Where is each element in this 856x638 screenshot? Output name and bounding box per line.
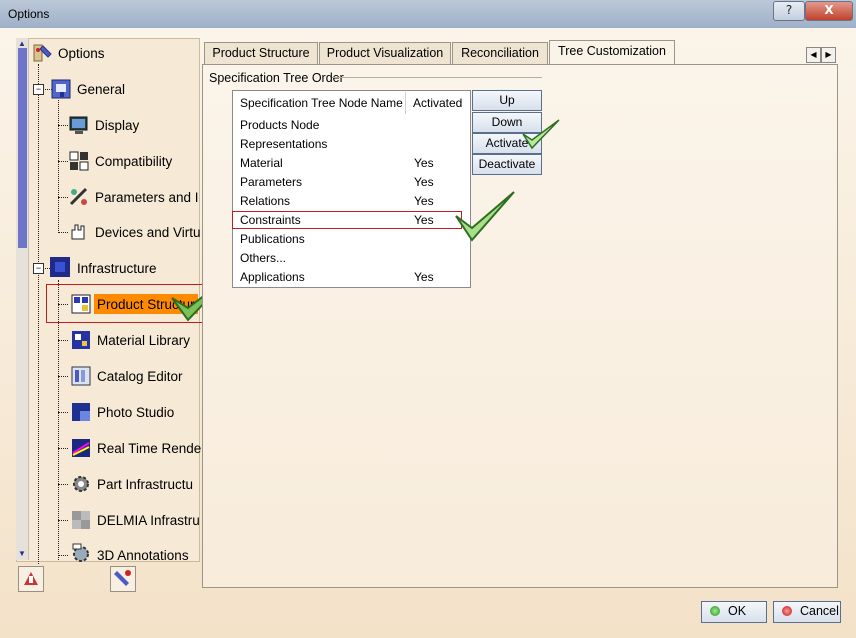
tree-line [58, 100, 59, 233]
tree-line [58, 484, 68, 485]
devices-hand-icon [71, 224, 85, 240]
list-item-name[interactable]: Others... [240, 251, 286, 265]
list-item-name[interactable]: Relations [240, 194, 290, 208]
tree-line [58, 520, 68, 521]
tree-line [58, 197, 68, 198]
tree-node-real-time-rendering[interactable]: Real Time Rende [97, 441, 201, 456]
product-structure-icon [71, 294, 91, 314]
infrastructure-icon [50, 257, 70, 277]
list-item-name[interactable]: Material [240, 156, 283, 170]
material-library-icon [72, 331, 90, 349]
list-item-activated: Yes [414, 156, 434, 170]
checkmark-icon [455, 191, 515, 242]
tab-scroll-left-icon[interactable]: ◀ [806, 47, 821, 63]
tree-node-display[interactable]: Display [95, 118, 139, 133]
tree-line [58, 304, 68, 305]
list-item-name[interactable]: Products Node [240, 118, 319, 132]
tab-reconciliation[interactable]: Reconciliation [452, 42, 548, 65]
compatibility-icon [69, 151, 89, 171]
tree-node-devices[interactable]: Devices and Virtu [95, 225, 201, 240]
list-item-name[interactable]: Applications [240, 270, 305, 284]
tab-product-structure[interactable]: Product Structure [204, 42, 318, 65]
display-icon [69, 116, 88, 134]
tab-tree-customization[interactable]: Tree Customization [549, 40, 675, 66]
tree-line [58, 340, 68, 341]
ok-button-label: OK [728, 604, 747, 618]
photo-studio-icon [72, 403, 90, 421]
column-separator [405, 92, 406, 114]
3d-annotations-icon [72, 543, 89, 562]
list-item-activated: Yes [414, 175, 434, 189]
gear-icon [73, 476, 89, 492]
scroll-up-arrow-icon[interactable]: ▲ [17, 39, 27, 48]
title-bar [0, 0, 856, 29]
list-item-activated: Yes [414, 270, 434, 284]
settings-tool-icon[interactable] [110, 566, 136, 592]
tree-node-material-library[interactable]: Material Library [97, 333, 190, 348]
window-title: Options [8, 7, 50, 21]
options-tools-icon [33, 44, 52, 62]
tree-line [58, 161, 68, 162]
close-button[interactable]: X [805, 1, 853, 21]
group-divider [332, 77, 542, 78]
column-header-activated[interactable]: Activated [413, 96, 462, 110]
ok-icon [710, 606, 720, 616]
tree-line [38, 64, 39, 564]
tree-scrollbar-thumb[interactable] [18, 48, 27, 248]
tab-product-visualization[interactable]: Product Visualization [319, 42, 451, 65]
tree-node-photo-studio[interactable]: Photo Studio [97, 405, 174, 420]
scroll-down-arrow-icon[interactable]: ▼ [17, 549, 27, 558]
tree-node-parameters[interactable]: Parameters and I [95, 190, 199, 205]
tree-node-general[interactable]: General [77, 82, 125, 97]
list-item-name[interactable]: Constraints [240, 213, 301, 227]
up-button[interactable]: Up [472, 90, 542, 111]
cancel-button[interactable]: Cancel [773, 601, 841, 623]
tree-node-options[interactable]: Options [58, 46, 105, 61]
tree-node-catalog-editor[interactable]: Catalog Editor [97, 369, 183, 384]
real-time-rendering-icon [72, 439, 90, 457]
tab-scroll-right-icon[interactable]: ▶ [821, 47, 836, 63]
tree-node-delmia-infrastructure[interactable]: DELMIA Infrastru [97, 513, 200, 528]
general-icon [51, 79, 71, 99]
list-item-name[interactable]: Representations [240, 137, 327, 151]
reset-icon[interactable] [18, 566, 44, 592]
tree-line [58, 412, 68, 413]
tree-node-infrastructure[interactable]: Infrastructure [77, 261, 157, 276]
catalog-editor-icon [71, 366, 91, 386]
cancel-icon [782, 606, 792, 616]
tree-line [58, 125, 68, 126]
cancel-button-label: Cancel [800, 604, 839, 618]
help-button[interactable]: ? [773, 1, 805, 21]
tree-line [58, 555, 68, 556]
tree-line [58, 376, 68, 377]
parameters-icon [69, 187, 88, 206]
tree-node-compatibility[interactable]: Compatibility [95, 154, 172, 169]
tree-line [58, 448, 68, 449]
collapse-infrastructure-icon[interactable]: − [33, 263, 44, 274]
group-title: Specification Tree Order [209, 71, 344, 85]
deactivate-button[interactable]: Deactivate [472, 154, 542, 175]
list-item-activated: Yes [414, 194, 434, 208]
list-item-activated: Yes [414, 213, 434, 227]
tree-node-3d-annotations[interactable]: 3D Annotations [97, 548, 189, 563]
list-item-name[interactable]: Parameters [240, 175, 302, 189]
ok-button[interactable]: OK [701, 601, 767, 623]
tree-line [58, 232, 68, 233]
checkmark-icon [522, 119, 560, 150]
collapse-general-icon[interactable]: − [33, 84, 44, 95]
tree-node-part-infrastructure[interactable]: Part Infrastructu [97, 477, 193, 492]
column-header-node-name[interactable]: Specification Tree Node Name [240, 96, 403, 110]
list-item-name[interactable]: Publications [240, 232, 305, 246]
delmia-icon [72, 511, 90, 529]
